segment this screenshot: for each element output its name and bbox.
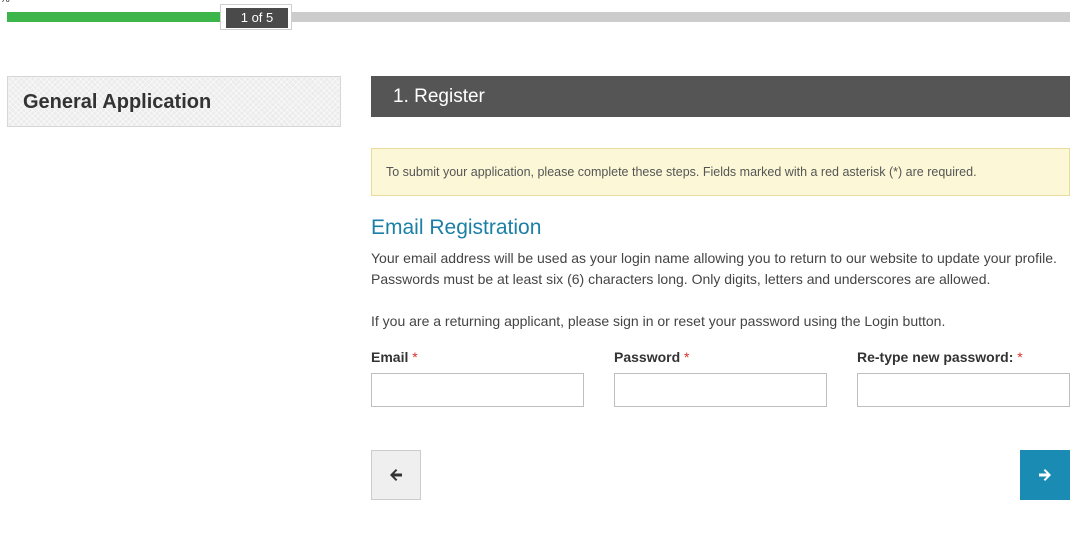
step-title: 1. Register bbox=[393, 86, 485, 107]
notice-text: To submit your application, please compl… bbox=[386, 165, 977, 179]
retype-password-label-text: Re-type new password: bbox=[857, 349, 1014, 365]
arrow-right-icon bbox=[1039, 469, 1051, 481]
email-field[interactable] bbox=[371, 373, 584, 407]
email-label: Email * bbox=[371, 349, 418, 365]
instructions-paragraph: Your email address will be used as your … bbox=[371, 250, 1057, 287]
password-field[interactable] bbox=[614, 373, 827, 407]
email-label-text: Email bbox=[371, 349, 409, 365]
returning-applicant-paragraph: If you are a returning applicant, please… bbox=[371, 313, 946, 329]
application-page: % 1 of 5 General Application 1. Register… bbox=[0, 0, 1082, 540]
next-button[interactable] bbox=[1020, 450, 1070, 500]
step-header: 1. Register bbox=[371, 76, 1070, 117]
required-fields-notice: To submit your application, please compl… bbox=[371, 148, 1070, 196]
retype-password-label: Re-type new password: * bbox=[857, 349, 1023, 365]
back-button[interactable] bbox=[371, 450, 421, 500]
required-asterisk: * bbox=[412, 349, 418, 365]
password-label: Password * bbox=[614, 349, 689, 365]
progress-badge-label: 1 of 5 bbox=[226, 8, 288, 28]
progress-bar bbox=[7, 12, 1070, 22]
sidebar-title: General Application bbox=[23, 91, 212, 113]
required-asterisk: * bbox=[684, 349, 690, 365]
arrow-left-icon bbox=[390, 469, 402, 481]
progress-badge: 1 of 5 bbox=[220, 4, 292, 30]
sidebar-card: General Application bbox=[7, 76, 341, 127]
progress-fill bbox=[7, 12, 220, 22]
section-heading: Email Registration bbox=[371, 216, 542, 239]
retype-password-field[interactable] bbox=[857, 373, 1070, 407]
password-label-text: Password bbox=[614, 349, 681, 365]
corner-glyph: % bbox=[0, 0, 10, 5]
required-asterisk: * bbox=[1017, 349, 1023, 365]
